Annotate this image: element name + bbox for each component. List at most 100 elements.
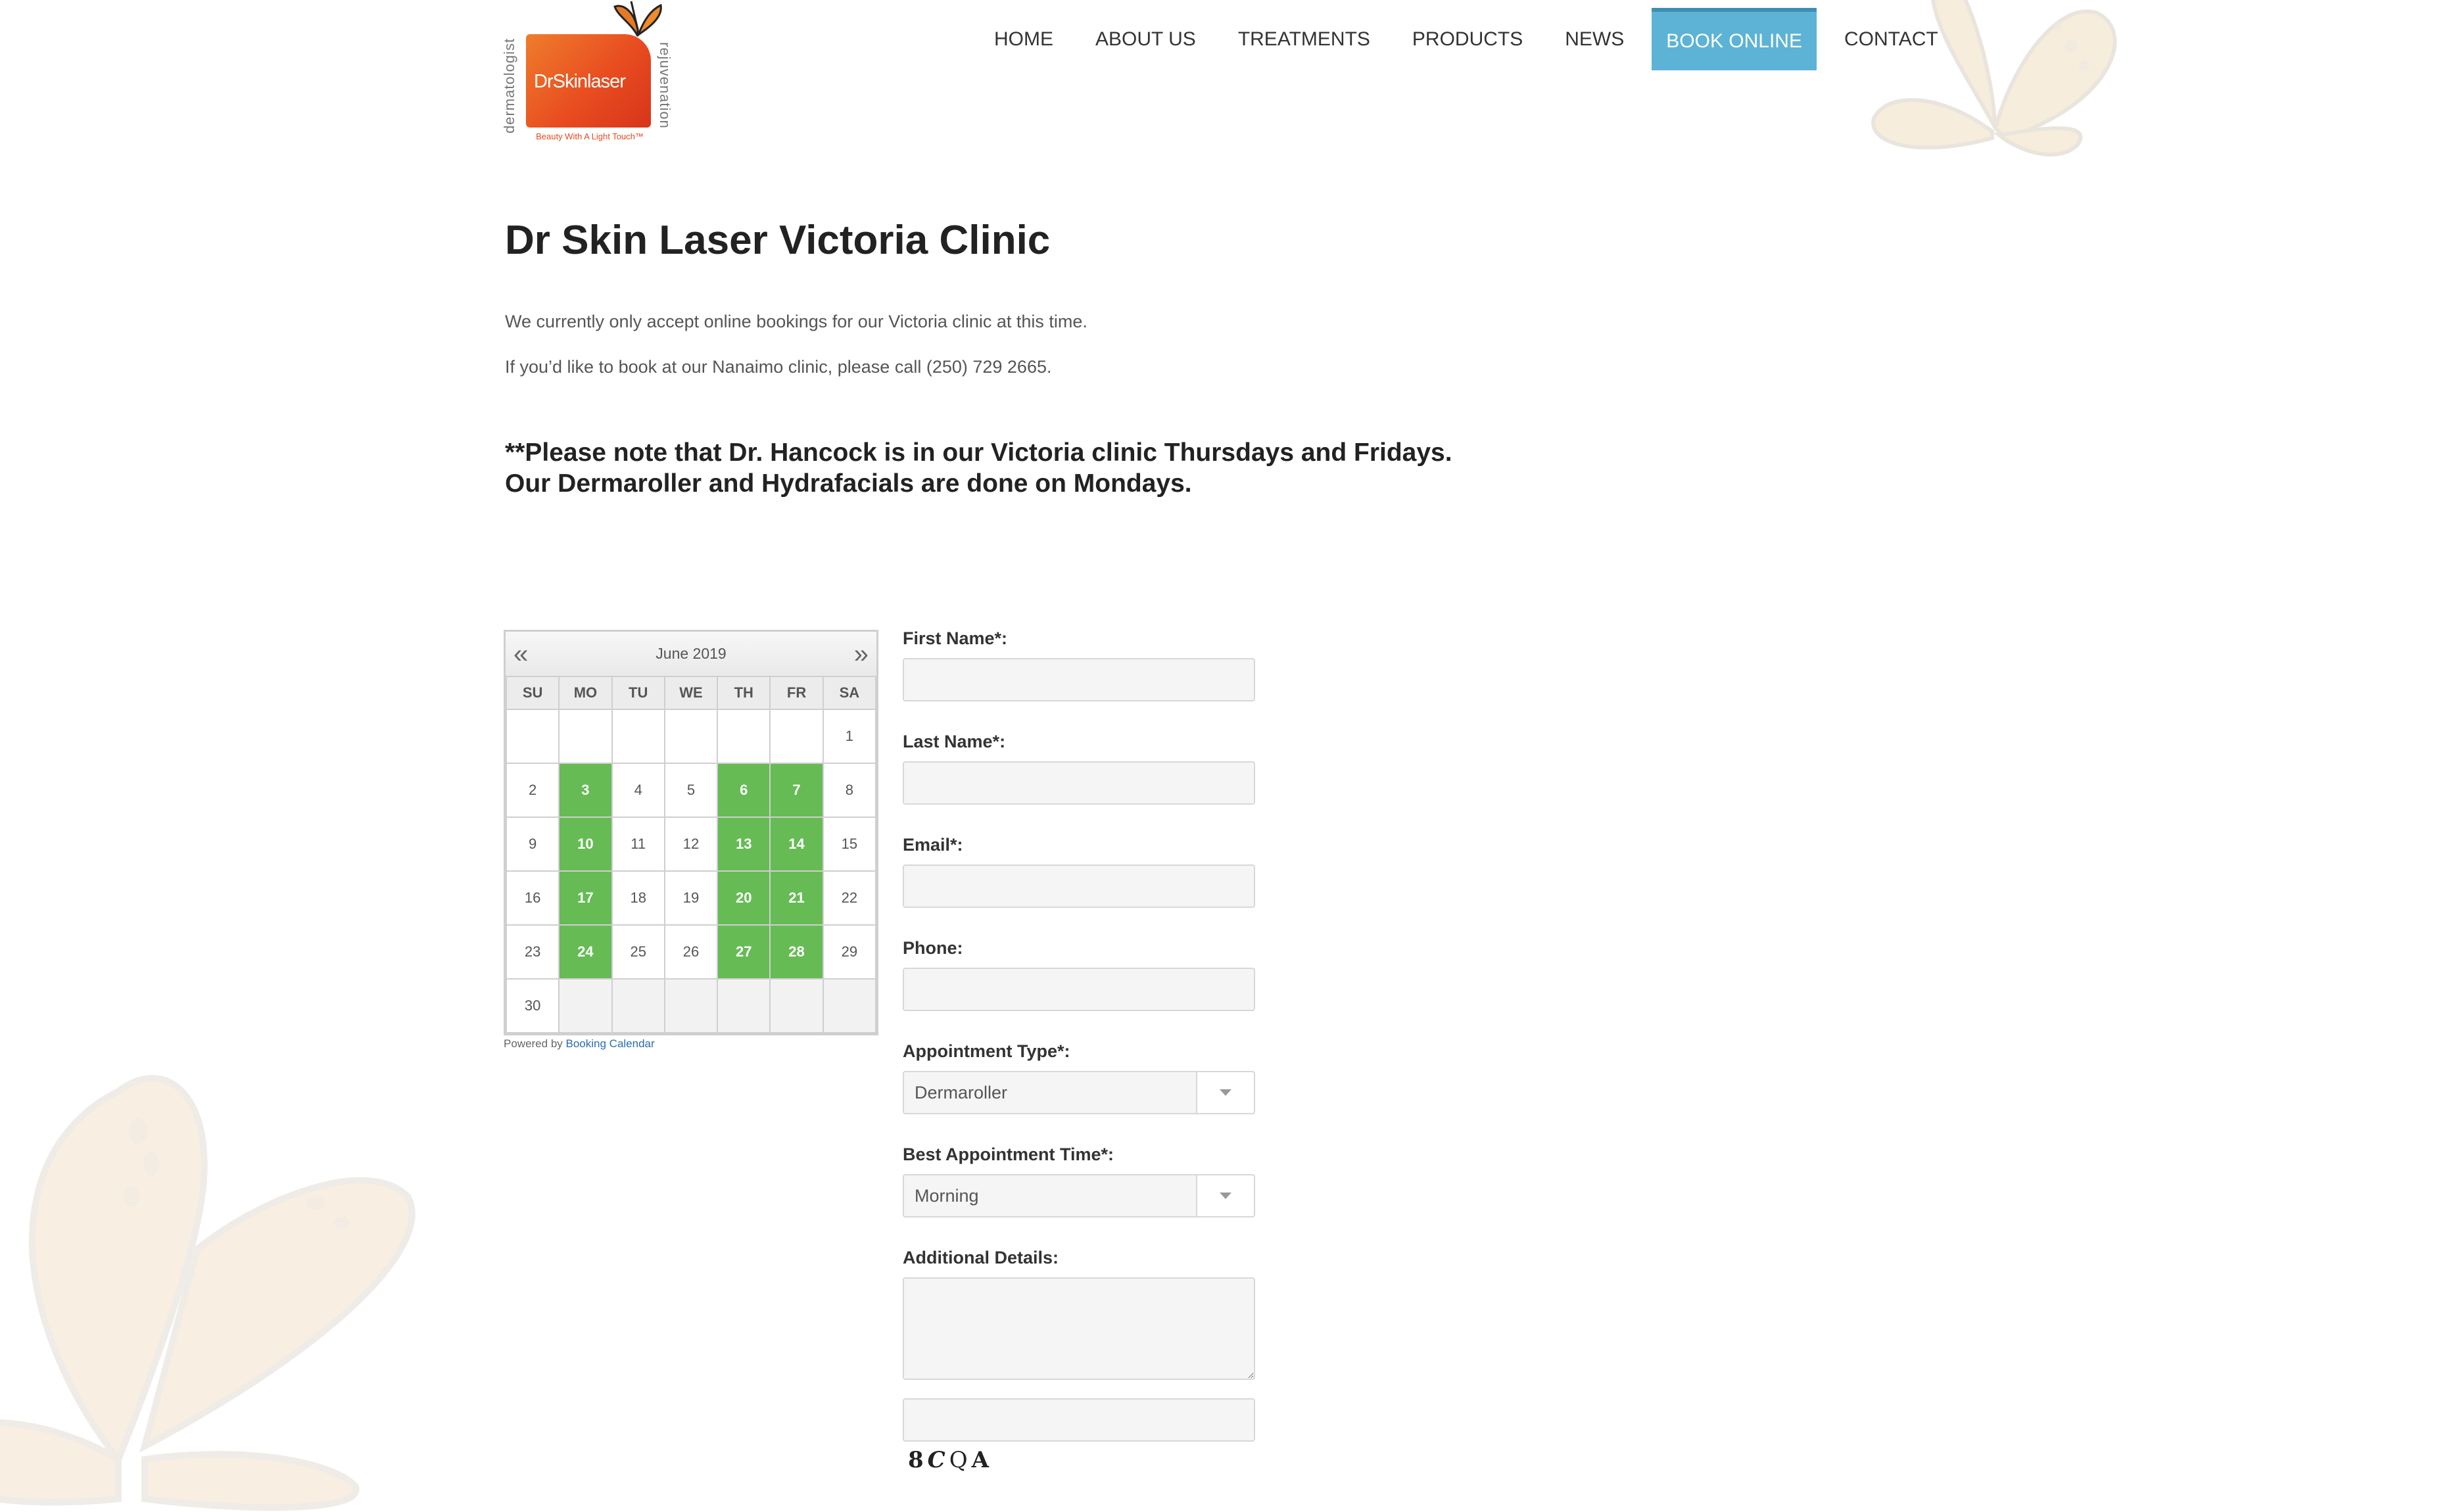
- captcha-char: Q: [949, 1447, 972, 1473]
- appointment-type-label: Appointment Type*:: [903, 1041, 1070, 1061]
- appointment-type-value: Dermaroller: [915, 1082, 1008, 1102]
- clinic-note-line: Our Dermaroller and Hydrafacials are don…: [505, 469, 1192, 498]
- captcha-char: 8: [908, 1447, 928, 1473]
- nav-news[interactable]: NEWS: [1544, 8, 1645, 70]
- nav-products[interactable]: PRODUCTS: [1391, 8, 1544, 70]
- calendar-weekday: TH: [717, 676, 771, 710]
- calendar-header: « June 2019 »: [506, 632, 876, 676]
- calendar-day: 11: [611, 816, 665, 872]
- calendar-empty-cell: [611, 709, 665, 764]
- main-nav: HOME ABOUT US TREATMENTS PRODUCTS NEWS B…: [973, 8, 1959, 70]
- best-time-value: Morning: [915, 1185, 979, 1206]
- calendar-empty-cell: [505, 709, 560, 764]
- calendar-day-available[interactable]: 14: [769, 816, 824, 872]
- calendar-day: 22: [822, 870, 877, 926]
- logo-brand-name: DrSkinlaser: [534, 71, 626, 92]
- calendar-empty-cell: [717, 978, 771, 1033]
- calendar-day-available[interactable]: 27: [717, 924, 771, 980]
- email-label: Email*:: [903, 835, 963, 855]
- calendar-day-available[interactable]: 3: [558, 763, 613, 818]
- calendar-day: 15: [822, 816, 877, 872]
- calendar-empty-cell: [717, 709, 771, 764]
- best-time-label: Best Appointment Time*:: [903, 1145, 1114, 1164]
- chevron-down-icon: [1220, 1193, 1231, 1199]
- calendar-empty-cell: [769, 709, 824, 764]
- calendar-day: 2: [505, 763, 560, 818]
- calendar-day: 1: [822, 709, 877, 764]
- calendar-day-available[interactable]: 7: [769, 763, 824, 818]
- calendar-weekday: TU: [611, 676, 665, 710]
- calendar-day-available[interactable]: 6: [717, 763, 771, 818]
- appointment-type-select[interactable]: Dermaroller: [903, 1071, 1255, 1114]
- calendar-day: 12: [663, 816, 719, 872]
- background-butterfly-image: [0, 1075, 416, 1511]
- double-chevron-left-icon[interactable]: «: [513, 641, 528, 667]
- phone-label: Phone:: [903, 938, 963, 958]
- calendar-week-row: 2345678: [505, 763, 877, 818]
- nav-home[interactable]: HOME: [973, 8, 1074, 70]
- last-name-field[interactable]: [903, 761, 1255, 805]
- calendar-empty-cell: [663, 709, 719, 764]
- site-logo[interactable]: dermatologist DrSkinlaser rejuvenation B…: [501, 0, 679, 148]
- calendar-empty-cell: [822, 978, 877, 1033]
- powered-by-text: Powered by: [504, 1037, 563, 1050]
- calendar-week-row: 23 24 25 26 27 28 29: [505, 924, 877, 980]
- captcha-char: C: [927, 1447, 949, 1473]
- calendar-day: 8: [822, 763, 877, 818]
- calendar-day-available[interactable]: 24: [558, 924, 613, 980]
- additional-details-field[interactable]: [903, 1277, 1255, 1380]
- calendar-week-row: 9 10 11 12 13 14 15: [505, 816, 877, 872]
- calendar-weekday: FR: [769, 676, 824, 710]
- first-name-label: First Name*:: [903, 628, 1008, 648]
- calendar-day: 23: [505, 924, 560, 980]
- calendar-day: 9: [505, 816, 560, 872]
- calendar-empty-cell: [769, 978, 824, 1033]
- calendar-month-title: June 2019: [656, 645, 727, 662]
- logo-side-text: dermatologist: [501, 37, 517, 133]
- calendar-day: 5: [663, 763, 719, 818]
- calendar-day: 4: [611, 763, 665, 818]
- phone-field[interactable]: [903, 968, 1255, 1011]
- first-name-field[interactable]: [903, 658, 1255, 701]
- dropdown-toggle[interactable]: [1196, 1072, 1254, 1113]
- last-name-label: Last Name*:: [903, 732, 1006, 751]
- calendar-day: 26: [663, 924, 719, 980]
- calendar-empty-cell: [611, 978, 665, 1033]
- calendar-empty-cell: [558, 709, 613, 764]
- calendar-empty-cell: [558, 978, 613, 1033]
- email-field[interactable]: [903, 864, 1255, 908]
- calendar-week-row: 16 17 18 19 20 21 22: [505, 870, 877, 926]
- nav-book-online[interactable]: BOOK ONLINE: [1652, 8, 1817, 70]
- nav-contact[interactable]: CONTACT: [1823, 8, 1959, 70]
- calendar-day-available[interactable]: 13: [717, 816, 771, 872]
- calendar-day-available[interactable]: 17: [558, 870, 613, 926]
- clinic-note-line: **Please note that Dr. Hancock is in our…: [505, 438, 1452, 467]
- captcha-field[interactable]: [903, 1398, 1255, 1442]
- booking-calendar: « June 2019 » SU MO TU WE TH FR SA 1 2 3 4 5 6 7 8 9 10…: [504, 630, 878, 1035]
- booking-calendar-link[interactable]: Booking Calendar: [566, 1037, 655, 1050]
- dropdown-toggle[interactable]: [1196, 1175, 1254, 1216]
- calendar-weekday: SU: [505, 676, 560, 710]
- intro-text: We currently only accept online bookings…: [505, 312, 1087, 331]
- calendar-day: 18: [611, 870, 665, 926]
- calendar-day: 25: [611, 924, 665, 980]
- calendar-day-available[interactable]: 21: [769, 870, 824, 926]
- calendar-weekday: MO: [558, 676, 613, 710]
- calendar-day: 30: [505, 978, 560, 1033]
- clinic-note: **Please note that Dr. Hancock is in our…: [505, 437, 1452, 499]
- calendar-day-available[interactable]: 28: [769, 924, 824, 980]
- calendar-weekday: WE: [663, 676, 719, 710]
- calendar-empty-cell: [663, 978, 719, 1033]
- details-label: Additional Details:: [903, 1248, 1059, 1267]
- intro-text: If you’d like to book at our Nanaimo cli…: [505, 357, 1052, 377]
- powered-by: Powered by Booking Calendar: [504, 1037, 655, 1051]
- calendar-day: 16: [505, 870, 560, 926]
- captcha-image: 8CQA: [903, 1447, 1258, 1473]
- logo-tagline: Beauty With A Light Touch™: [536, 131, 644, 141]
- calendar-day-available[interactable]: 10: [558, 816, 613, 872]
- nav-treatments[interactable]: TREATMENTS: [1217, 8, 1391, 70]
- best-time-select[interactable]: Morning: [903, 1174, 1255, 1217]
- nav-about-us[interactable]: ABOUT US: [1074, 8, 1217, 70]
- double-chevron-right-icon[interactable]: »: [854, 641, 869, 667]
- calendar-day-available[interactable]: 20: [717, 870, 771, 926]
